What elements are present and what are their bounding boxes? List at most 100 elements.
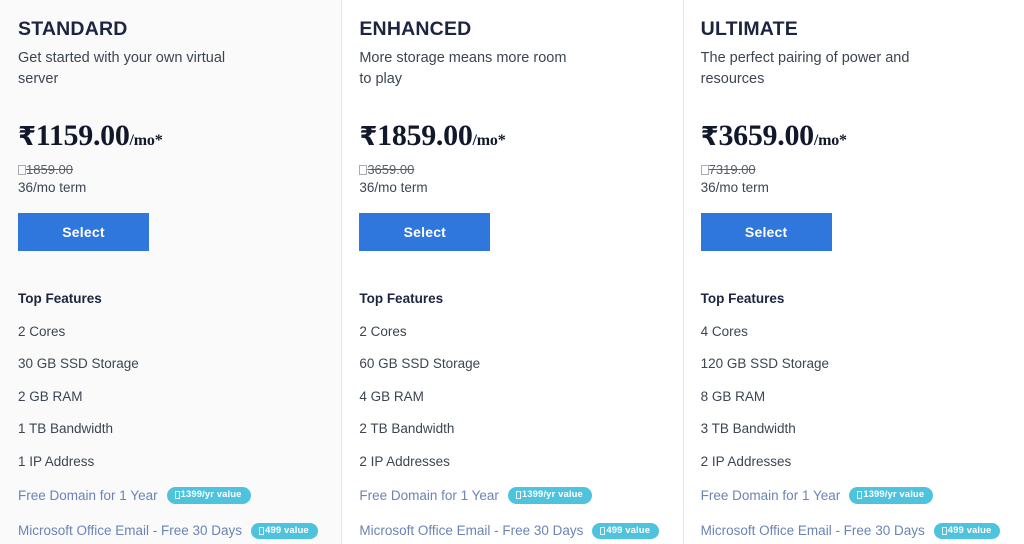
plan-original-price: 7319.00 xyxy=(700,161,1006,178)
feature-label: 2 TB Bandwidth xyxy=(359,421,455,437)
feature-label: Free Domain for 1 Year xyxy=(700,487,841,503)
plan-price-suffix: /mo* xyxy=(129,131,163,149)
feature-list: 2 Cores 30 GB SSD Storage 2 GB RAM 1 TB Ban… xyxy=(18,325,323,540)
feature-item: 4 GB RAM xyxy=(359,390,664,404)
feature-value-badge: 499 value xyxy=(251,522,318,540)
feature-item: 4 Cores xyxy=(701,325,1006,339)
feature-label: 3 TB Bandwidth xyxy=(700,421,796,437)
plan-price-amount: 3659.00 xyxy=(718,118,814,152)
missing-glyph-icon xyxy=(515,491,521,500)
select-plan-button[interactable]: Select xyxy=(18,213,149,252)
feature-value-badge-label: 499 value xyxy=(606,524,651,536)
missing-glyph-icon xyxy=(857,491,863,500)
plan-original-price: 1859.00 xyxy=(18,162,323,178)
feature-list: 4 Cores 120 GB SSD Storage 8 GB RAM 3 TB Ba… xyxy=(701,325,1006,540)
features-heading: Top Features xyxy=(18,291,102,307)
rupee-symbol: ₹ xyxy=(359,121,378,152)
plan-original-price: 3659.00 xyxy=(359,162,664,178)
feature-label: 1 TB Bandwidth xyxy=(18,421,114,437)
plan-title: STANDARD xyxy=(18,18,128,40)
plan-original-price-value: 7319.00 xyxy=(708,161,756,177)
feature-label: Free Domain for 1 Year xyxy=(359,487,499,503)
features-section: Top Features 2 Cores 60 GB SSD Storage 4 GB… xyxy=(359,292,664,540)
select-plan-button[interactable]: Select xyxy=(700,213,832,252)
feature-label: 1 IP Address xyxy=(18,453,95,469)
missing-glyph-icon xyxy=(600,526,606,535)
plan-tagline: Get started with your own virtual server xyxy=(18,50,226,87)
feature-label: Microsoft Office Email - Free 30 Days xyxy=(18,523,243,539)
plan-column-enhanced: ENHANCED More storage means more room to … xyxy=(341,0,683,544)
feature-label: 120 GB SSD Storage xyxy=(700,356,829,372)
features-section: Top Features 4 Cores 120 GB SSD Storage 8 G… xyxy=(700,291,1006,540)
missing-glyph-icon xyxy=(941,526,947,535)
missing-glyph-icon xyxy=(259,526,265,535)
feature-value-badge: 499 value xyxy=(933,522,1001,540)
missing-glyph-icon xyxy=(18,164,26,175)
feature-item: 2 Cores xyxy=(359,325,664,339)
feature-value-badge: 499 value xyxy=(592,522,660,540)
feature-label: 2 Cores xyxy=(18,323,66,339)
plan-price-amount: 1159.00 xyxy=(35,118,130,152)
rupee-symbol: ₹ xyxy=(700,121,719,152)
feature-item: 30 GB SSD Storage xyxy=(18,357,323,371)
price-block: ₹1859.00/mo* 3659.00 36/mo term xyxy=(359,118,664,197)
plan-title: ENHANCED xyxy=(359,18,472,40)
feature-label: Microsoft Office Email - Free 30 Days xyxy=(359,523,584,539)
plan-column-standard: STANDARD Get started with your own virtua… xyxy=(0,0,342,544)
feature-label: 4 GB RAM xyxy=(359,388,424,404)
plan-title: ULTIMATE xyxy=(700,18,798,40)
feature-value-badge-label: 1399/yr value xyxy=(521,489,583,501)
plan-price: ₹3659.00/mo* xyxy=(700,118,1006,152)
plan-price: ₹1159.00/mo* xyxy=(18,118,323,152)
feature-label: Free Domain for 1 Year xyxy=(18,487,158,503)
feature-item: 1 TB Bandwidth xyxy=(18,422,323,436)
feature-item: 120 GB SSD Storage xyxy=(701,357,1006,371)
features-heading: Top Features xyxy=(700,291,785,307)
feature-label: 30 GB SSD Storage xyxy=(18,356,139,372)
feature-item: 2 IP Addresses xyxy=(701,455,1006,469)
feature-item: 2 IP Addresses xyxy=(359,455,664,469)
feature-list: 2 Cores 60 GB SSD Storage 4 GB RAM 2 TB Ban… xyxy=(359,325,664,540)
feature-item: 2 TB Bandwidth xyxy=(359,422,664,436)
plan-term: 36/mo term xyxy=(700,179,769,195)
feature-value-badge: 1399/yr value xyxy=(507,487,592,504)
missing-glyph-icon xyxy=(174,491,180,500)
pricing-plan-table: STANDARD Get started with your own virtua… xyxy=(0,0,1024,544)
feature-value-badge: 1399/yr value xyxy=(849,487,934,504)
features-section: Top Features 2 Cores 30 GB SSD Storage 2 GB… xyxy=(18,291,323,540)
plan-column-ultimate: ULTIMATE The perfect pairing of power and… xyxy=(682,0,1024,544)
feature-label: 2 IP Addresses xyxy=(359,453,450,469)
feature-item[interactable]: Free Domain for 1 Year 1399/yr value xyxy=(18,487,323,504)
plan-price-amount: 1859.00 xyxy=(377,118,473,152)
plan-original-price-value: 3659.00 xyxy=(367,161,415,177)
missing-glyph-icon xyxy=(700,164,709,175)
plan-original-price-value: 1859.00 xyxy=(26,161,73,177)
plan-price-suffix: /mo* xyxy=(472,131,506,149)
feature-item[interactable]: Microsoft Office Email - Free 30 Days 499… xyxy=(700,522,1006,540)
feature-label: 2 Cores xyxy=(359,323,407,339)
feature-item[interactable]: Microsoft Office Email - Free 30 Days 499… xyxy=(359,522,664,540)
feature-label: 60 GB SSD Storage xyxy=(359,356,481,372)
price-block: ₹1159.00/mo* 1859.00 36/mo term xyxy=(18,118,323,197)
feature-item[interactable]: Microsoft Office Email - Free 30 Days 499… xyxy=(18,522,323,540)
feature-item: 2 Cores xyxy=(18,325,323,339)
price-block: ₹3659.00/mo* 7319.00 36/mo term xyxy=(700,118,1006,197)
plan-tagline: The perfect pairing of power and resourc… xyxy=(700,50,910,87)
plan-price-suffix: /mo* xyxy=(813,131,847,149)
plan-term: 36/mo term xyxy=(18,179,87,195)
feature-label: 2 GB RAM xyxy=(18,388,83,404)
feature-value-badge-label: 499 value xyxy=(947,524,992,536)
feature-value-badge: 1399/yr value xyxy=(166,487,251,504)
feature-item[interactable]: Free Domain for 1 Year 1399/yr value xyxy=(701,487,1006,504)
feature-label: 8 GB RAM xyxy=(700,388,766,404)
feature-item: 8 GB RAM xyxy=(701,390,1006,404)
feature-label: 2 IP Addresses xyxy=(700,453,792,469)
select-plan-button[interactable]: Select xyxy=(359,213,491,252)
feature-label: 4 Cores xyxy=(700,323,748,339)
feature-item[interactable]: Free Domain for 1 Year 1399/yr value xyxy=(359,487,664,504)
feature-value-badge-label: 1399/yr value xyxy=(180,489,242,501)
feature-label: Microsoft Office Email - Free 30 Days xyxy=(700,523,925,539)
rupee-symbol: ₹ xyxy=(18,121,36,152)
feature-item: 3 TB Bandwidth xyxy=(701,422,1006,436)
plan-tagline: More storage means more room to play xyxy=(359,50,567,87)
